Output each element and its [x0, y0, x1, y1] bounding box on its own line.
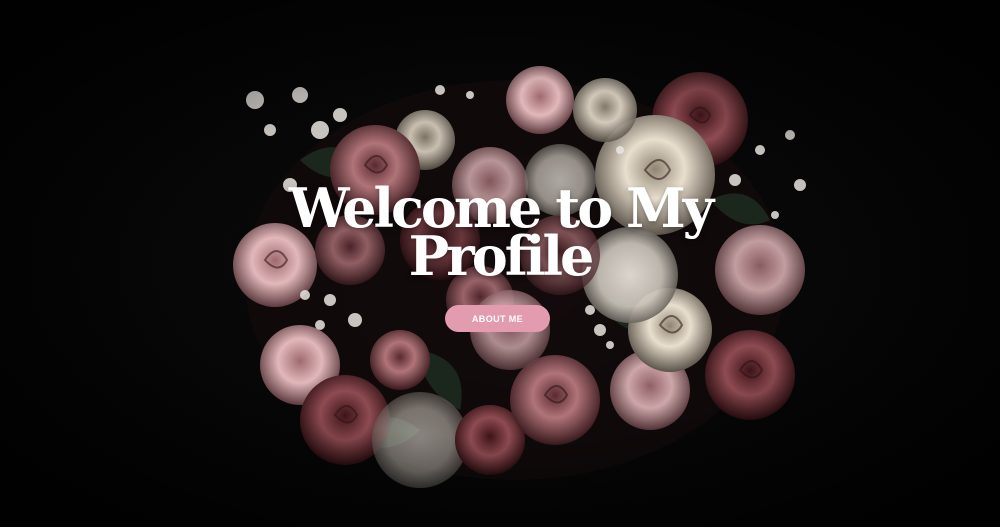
- page-title: Welcome to My Profile: [0, 181, 1000, 288]
- hero-content: Welcome to My Profile ABOUT ME: [0, 0, 1000, 527]
- hero-section: Welcome to My Profile ABOUT ME: [0, 0, 1000, 527]
- about-me-button[interactable]: ABOUT ME: [445, 305, 550, 332]
- title-line-2: Profile: [408, 224, 595, 288]
